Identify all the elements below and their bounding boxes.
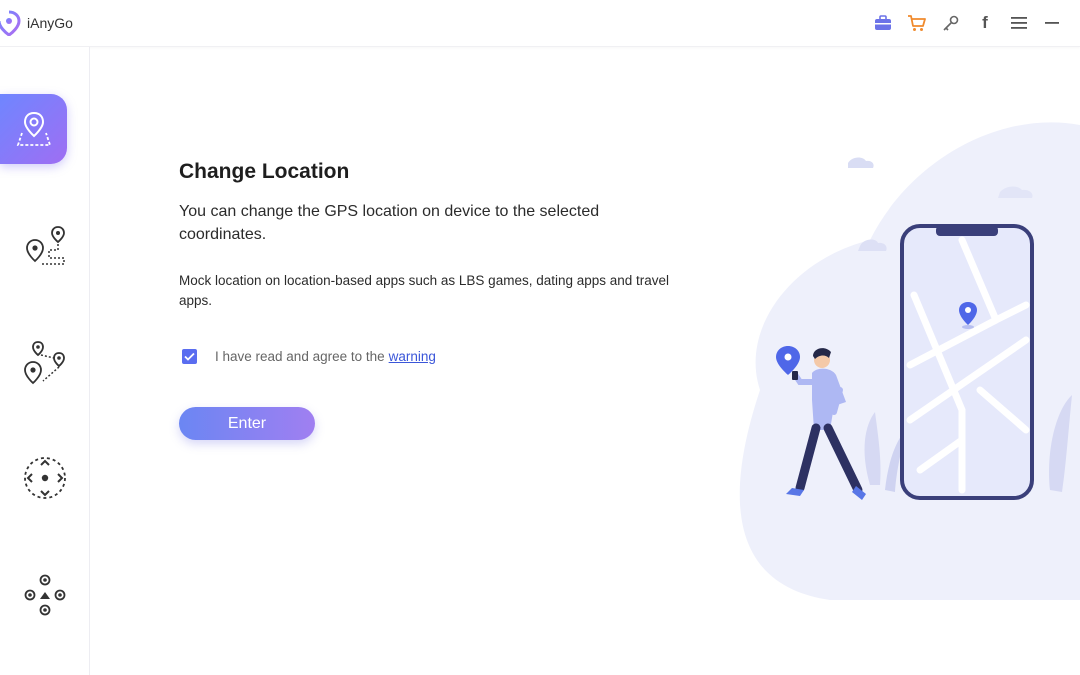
joystick-icon: [23, 457, 66, 499]
phone-map-illustration: [739, 122, 1080, 600]
title-bar: iAnyGo f: [0, 0, 1080, 47]
agree-checkbox[interactable]: [182, 349, 197, 364]
facebook-icon[interactable]: f: [975, 13, 995, 33]
sidebar-item-teleport-control[interactable]: [0, 572, 89, 618]
sidebar-item-joystick-movement[interactable]: [0, 455, 89, 501]
two-spot-route-icon: [25, 226, 65, 265]
agree-label: I have read and agree to the: [215, 349, 385, 364]
page-title: Change Location: [179, 160, 350, 183]
checkmark-icon: [184, 352, 195, 361]
toolbox-icon[interactable]: [873, 13, 893, 33]
menu-icon[interactable]: [1009, 13, 1029, 33]
description-text: You can change the GPS location on devic…: [179, 203, 600, 243]
app-logo-icon: [0, 10, 21, 36]
app-name: iAnyGo: [27, 15, 73, 31]
location-map-icon: [16, 111, 51, 146]
minimize-icon[interactable]: [1043, 13, 1063, 33]
sidebar-item-change-location[interactable]: [0, 94, 67, 164]
enter-button[interactable]: Enter: [179, 407, 315, 440]
sidebar-item-two-spot-movement[interactable]: [0, 222, 89, 268]
multi-spot-route-icon: [23, 341, 65, 385]
agreement-row: I have read and agree to the warning: [182, 349, 436, 364]
key-icon[interactable]: [941, 13, 961, 33]
direction-control-icon: [24, 574, 65, 616]
cart-icon[interactable]: [907, 13, 927, 33]
subtext: Mock location on location-based apps suc…: [179, 273, 670, 308]
sidebar-item-multi-spot-movement[interactable]: [0, 338, 89, 388]
warning-link[interactable]: warning: [389, 349, 436, 364]
